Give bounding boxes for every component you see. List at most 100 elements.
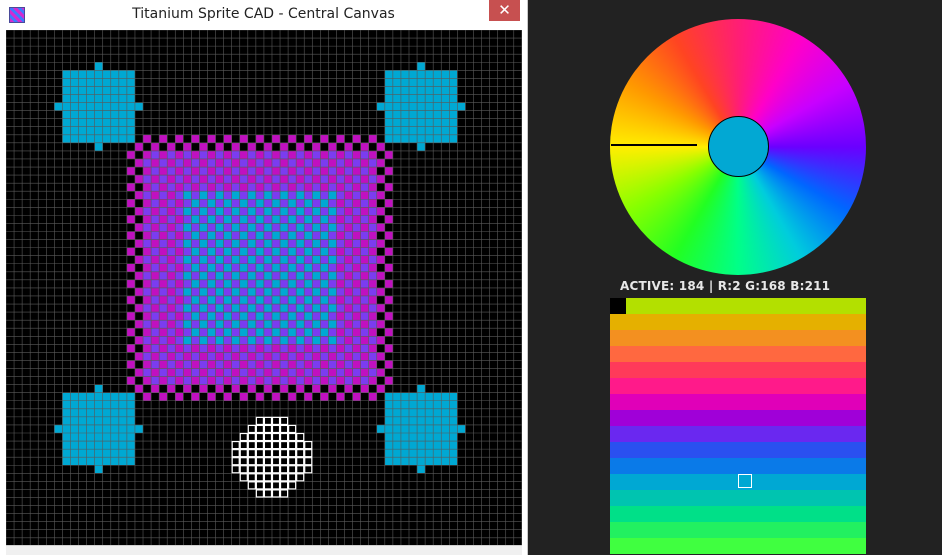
pixel[interactable] [417, 70, 426, 79]
pixel[interactable] [191, 295, 200, 305]
pixel[interactable] [239, 215, 248, 224]
pixel[interactable] [175, 360, 184, 369]
palette-row[interactable] [610, 442, 866, 458]
pixel[interactable] [384, 183, 393, 192]
pixel[interactable] [143, 223, 152, 232]
pixel[interactable] [328, 255, 337, 264]
pixel[interactable] [223, 199, 232, 208]
pixel[interactable] [344, 191, 353, 200]
pixel[interactable] [417, 384, 426, 393]
pixel[interactable] [409, 424, 418, 433]
pixel[interactable] [255, 376, 264, 385]
pixel[interactable] [143, 150, 152, 159]
pixel[interactable] [296, 384, 305, 393]
pixel[interactable] [207, 360, 216, 369]
pixel[interactable] [417, 392, 426, 401]
pixel[interactable] [328, 368, 337, 377]
pixel[interactable] [143, 320, 152, 329]
pixel[interactable] [360, 247, 369, 256]
pixel[interactable] [384, 449, 393, 458]
pixel[interactable] [263, 142, 272, 151]
pixel[interactable] [143, 295, 152, 305]
pixel[interactable] [312, 167, 321, 176]
pixel[interactable] [126, 433, 135, 442]
pixel[interactable] [384, 433, 393, 442]
pixel[interactable] [151, 255, 160, 264]
pixel[interactable] [425, 78, 434, 87]
pixel[interactable] [62, 86, 71, 95]
pixel[interactable] [433, 408, 442, 417]
pixel[interactable] [312, 158, 321, 168]
pixel[interactable] [215, 320, 224, 329]
pixel[interactable] [167, 255, 176, 264]
pixel[interactable] [280, 287, 289, 296]
pixel[interactable] [239, 392, 248, 401]
pixel[interactable] [288, 207, 297, 216]
pixel[interactable] [223, 328, 232, 337]
pixel[interactable] [320, 368, 329, 377]
pixel[interactable] [336, 207, 345, 216]
pixel[interactable] [231, 247, 240, 256]
pixel[interactable] [126, 408, 135, 417]
cursor-pixel[interactable] [255, 416, 264, 425]
pixel[interactable] [78, 94, 87, 103]
pixel[interactable] [94, 433, 103, 442]
pixel[interactable] [457, 102, 466, 111]
cursor-pixel[interactable] [263, 441, 272, 450]
pixel[interactable] [70, 134, 79, 143]
pixel[interactable] [223, 223, 232, 232]
pixel[interactable] [207, 344, 216, 353]
pixel[interactable] [231, 328, 240, 337]
pixel[interactable] [449, 400, 458, 409]
pixel[interactable] [320, 271, 329, 280]
pixel[interactable] [384, 312, 393, 321]
pixel[interactable] [215, 142, 224, 151]
pixel[interactable] [183, 191, 192, 200]
pixel[interactable] [280, 142, 289, 151]
pixel[interactable] [199, 150, 208, 159]
pixel[interactable] [167, 239, 176, 248]
pixel[interactable] [384, 408, 393, 417]
pixel[interactable] [384, 231, 393, 240]
pixel[interactable] [70, 433, 79, 442]
pixel[interactable] [134, 239, 144, 248]
pixel[interactable] [62, 400, 71, 409]
pixel[interactable] [352, 239, 361, 248]
pixel[interactable] [328, 271, 337, 280]
pixel[interactable] [167, 360, 176, 369]
pixel-grid[interactable] [6, 30, 522, 545]
pixel[interactable] [360, 158, 369, 168]
pixel[interactable] [223, 392, 232, 401]
pixel[interactable] [94, 102, 103, 111]
pixel[interactable] [134, 207, 144, 216]
pixel[interactable] [94, 126, 103, 135]
pixel[interactable] [191, 255, 200, 264]
pixel[interactable] [247, 231, 256, 240]
pixel[interactable] [352, 295, 361, 305]
pixel[interactable] [199, 215, 208, 224]
pixel[interactable] [271, 368, 281, 377]
pixel[interactable] [425, 118, 434, 127]
pixel[interactable] [199, 263, 208, 272]
pixel[interactable] [288, 223, 297, 232]
pixel[interactable] [409, 416, 418, 425]
pixel[interactable] [207, 287, 216, 296]
pixel[interactable] [223, 191, 232, 200]
pixel[interactable] [433, 102, 442, 111]
pixel[interactable] [320, 344, 329, 353]
pixel[interactable] [296, 263, 305, 272]
cursor-pixel[interactable] [255, 433, 264, 442]
pixel[interactable] [183, 312, 192, 321]
cursor-pixel[interactable] [247, 441, 256, 450]
pixel[interactable] [223, 158, 232, 168]
pixel[interactable] [384, 400, 393, 409]
pixel[interactable] [126, 150, 135, 159]
pixel[interactable] [409, 433, 418, 442]
pixel[interactable] [320, 231, 329, 240]
pixel[interactable] [304, 271, 313, 280]
pixel[interactable] [255, 304, 264, 313]
pixel[interactable] [215, 247, 224, 256]
cursor-pixel[interactable] [296, 441, 305, 450]
pixel[interactable] [247, 191, 256, 200]
pixel[interactable] [376, 304, 385, 313]
